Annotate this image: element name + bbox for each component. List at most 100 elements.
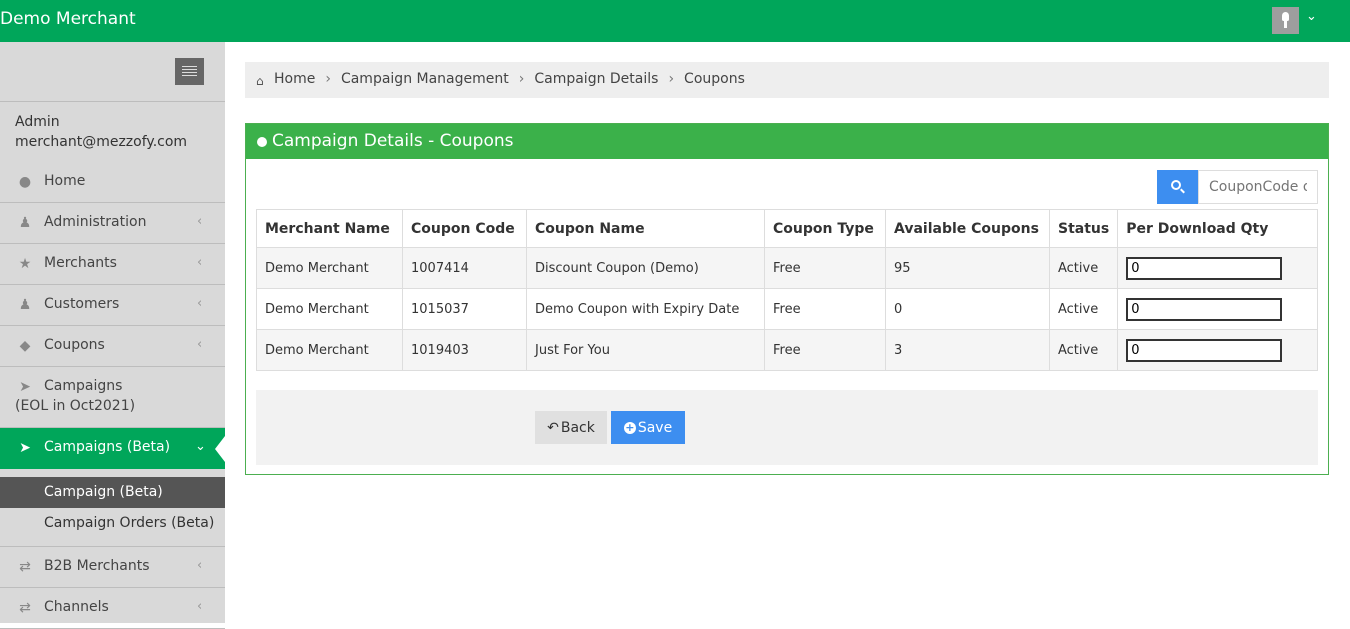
- breadcrumb: ⌂ Home › Campaign Management › Campaign …: [245, 62, 1329, 98]
- user-icon: ♟: [18, 215, 32, 231]
- home-icon: ⌂: [256, 74, 264, 88]
- chevron-right-icon: ›: [668, 71, 675, 87]
- chevron-left-icon: ‹: [197, 599, 203, 614]
- sidebar: Admin merchant@mezzofy.com ● Home ♟ Admi…: [0, 42, 225, 629]
- sidebar-item-label: Campaigns (Beta): [44, 439, 171, 455]
- per-download-qty-input[interactable]: [1126, 256, 1283, 280]
- breadcrumb-coupons: Coupons: [684, 71, 745, 87]
- panel-header: Campaign Details - Coupons: [246, 124, 1328, 159]
- exchange-icon: ⇄: [19, 559, 31, 575]
- sidebar-item-b2b-merchants[interactable]: ⇄ B2B Merchants ‹: [0, 547, 225, 588]
- sidebar-item-campaigns-beta[interactable]: ➤ Campaigns (Beta) ⌄: [0, 428, 225, 469]
- sidebar-item-label: Coupons: [44, 337, 105, 353]
- sidebar-item-label: Channels: [44, 599, 109, 615]
- per-download-qty-input[interactable]: [1126, 338, 1283, 362]
- sidebar-item-administration[interactable]: ♟ Administration ‹: [0, 203, 225, 244]
- column-header-merchant-name: Merchant Name: [256, 209, 403, 248]
- back-button-label: Back: [560, 419, 595, 436]
- plus-circle-icon: +: [623, 421, 636, 434]
- menu-line: [182, 75, 197, 76]
- panel-title: Campaign Details - Coupons: [272, 131, 514, 151]
- save-button-label: Save: [637, 420, 673, 436]
- star-icon: ★: [18, 256, 32, 272]
- rocket-icon: ➤: [19, 440, 31, 456]
- cell-coupon-name: Discount Coupon (Demo): [526, 247, 765, 289]
- arrow-circle-left-icon: ↶: [547, 419, 559, 436]
- avatar[interactable]: [1272, 7, 1299, 34]
- cell-available-coupons: 3: [885, 329, 1050, 371]
- coupons-panel: Campaign Details - Coupons Merchant Name…: [245, 123, 1329, 475]
- chevron-down-icon[interactable]: ⌄: [1306, 9, 1317, 24]
- cell-per-download-qty: [1117, 329, 1318, 371]
- coupon-code-search-input[interactable]: [1198, 170, 1318, 204]
- sidebar-item-coupons[interactable]: ◆ Coupons ‹: [0, 326, 225, 367]
- table-row: Demo Merchant 1015037 Demo Coupon with E…: [256, 288, 1318, 330]
- column-header-coupon-type: Coupon Type: [764, 209, 886, 248]
- users-icon: ♟: [18, 297, 32, 313]
- chevron-left-icon: ‹: [197, 214, 203, 229]
- chevron-right-icon: ›: [325, 71, 331, 87]
- save-button[interactable]: + Save: [611, 411, 685, 444]
- cell-per-download-qty: [1117, 288, 1318, 330]
- cell-available-coupons: 0: [885, 288, 1050, 330]
- menu-line: [182, 66, 197, 67]
- sidebar-item-label: Customers: [44, 296, 120, 312]
- menu-line: [182, 69, 197, 70]
- breadcrumb-campaign-details[interactable]: Campaign Details: [534, 71, 658, 87]
- menu-line: [182, 72, 197, 73]
- cell-coupon-type: Free: [764, 288, 886, 330]
- per-download-qty-input[interactable]: [1126, 297, 1283, 321]
- sidebar-item-customers[interactable]: ♟ Customers ‹: [0, 285, 225, 326]
- cell-coupon-code: 1019403: [402, 329, 527, 371]
- cell-status: Active: [1048, 329, 1119, 371]
- table-row: Demo Merchant 1019403 Just For You Free …: [256, 329, 1318, 371]
- breadcrumb-campaign-management[interactable]: Campaign Management: [341, 71, 509, 87]
- avatar-neck-shape: [1284, 21, 1287, 28]
- cell-coupon-name: Just For You: [526, 329, 765, 371]
- sidebar-item-home[interactable]: ● Home: [0, 162, 225, 203]
- cell-coupon-name: Demo Coupon with Expiry Date: [526, 288, 765, 330]
- chevron-left-icon: ‹: [197, 296, 203, 311]
- active-indicator: [215, 436, 225, 462]
- globe-icon: [257, 137, 267, 147]
- search-button[interactable]: [1157, 170, 1198, 204]
- divider: [0, 101, 225, 102]
- sidebar-item-label: Home: [44, 173, 86, 189]
- back-button[interactable]: ↶ Back: [535, 411, 607, 444]
- cell-per-download-qty: [1117, 247, 1318, 289]
- sidebar-item-merchants[interactable]: ★ Merchants ‹: [0, 244, 225, 285]
- table-row: Demo Merchant 1007414 Discount Coupon (D…: [256, 247, 1318, 289]
- user-email: merchant@mezzofy.com: [15, 134, 188, 150]
- table-header-row: Merchant Name Coupon Code Coupon Name Co…: [256, 209, 1318, 248]
- sidebar-toggle-button[interactable]: [175, 58, 204, 85]
- cell-status: Active: [1048, 247, 1119, 289]
- sidebar-subitem-campaign-orders-beta[interactable]: Campaign Orders (Beta): [0, 508, 225, 539]
- chevron-left-icon: ‹: [197, 337, 203, 352]
- chevron-left-icon: ‹: [197, 558, 203, 573]
- sidebar-subitem-label: Campaign Orders (Beta): [44, 515, 215, 531]
- sidebar-subitem-label: Campaign (Beta): [44, 484, 163, 500]
- top-bar: Demo Merchant ⌄: [0, 0, 1350, 42]
- column-header-coupon-code: Coupon Code: [402, 209, 527, 248]
- chevron-left-icon: ‹: [197, 255, 203, 270]
- sidebar-item-label: Campaigns: [44, 378, 123, 394]
- cell-available-coupons: 95: [885, 247, 1050, 289]
- cell-status: Active: [1048, 288, 1119, 330]
- user-role: Admin: [15, 114, 60, 130]
- cell-merchant-name: Demo Merchant: [256, 288, 403, 330]
- search-icon-handle: [1180, 188, 1185, 194]
- coupons-table: Merchant Name Coupon Code Coupon Name Co…: [256, 209, 1318, 371]
- sidebar-item-campaigns[interactable]: ➤ Campaigns (EOL in Oct2021): [0, 367, 225, 428]
- app-title[interactable]: Demo Merchant: [0, 9, 136, 29]
- column-header-coupon-name: Coupon Name: [526, 209, 765, 248]
- form-actions-bar: ↶ Back + Save: [256, 390, 1318, 465]
- breadcrumb-home[interactable]: Home: [274, 71, 315, 87]
- tag-icon: ◆: [19, 338, 31, 354]
- sidebar-subitem-campaign-beta[interactable]: Campaign (Beta): [0, 477, 225, 508]
- column-header-per-download-qty: Per Download Qty: [1117, 209, 1318, 248]
- exchange-icon: ⇄: [19, 600, 31, 616]
- column-header-available-coupons: Available Coupons: [885, 209, 1050, 248]
- cell-coupon-code: 1015037: [402, 288, 527, 330]
- cell-merchant-name: Demo Merchant: [256, 247, 403, 289]
- sidebar-item-label: Administration: [44, 214, 147, 230]
